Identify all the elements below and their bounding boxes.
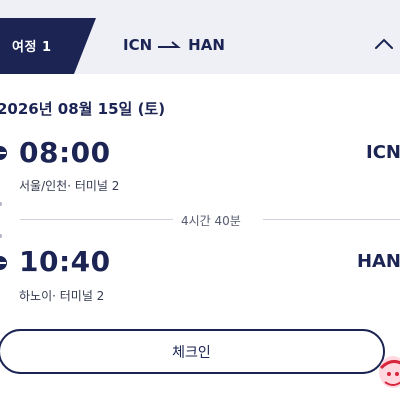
checkin-button[interactable]: 체크인: [0, 329, 385, 374]
route-destination: HAN: [188, 36, 225, 54]
plane-arrow-icon: [158, 41, 181, 48]
flight-date: 2026년 08월 15일 (토): [0, 100, 166, 118]
timeline-dot: [0, 234, 2, 238]
chevron-up-icon[interactable]: [374, 38, 394, 50]
arrival-time: 10:40: [19, 245, 111, 278]
duration-divider-right: [263, 219, 400, 220]
timeline-dot: [0, 202, 2, 206]
route-origin: ICN: [123, 36, 153, 54]
departure-terminal: 서울/인천· 터미널 2: [19, 179, 120, 193]
flight-duration: 4시간 40분: [181, 214, 241, 228]
route-summary: ICN HAN: [123, 36, 225, 54]
duration-divider-left: [20, 219, 173, 220]
journey-tab-label: 여정 1: [12, 40, 52, 55]
departure-airport-code: ICN: [366, 142, 400, 163]
arrival-airport-code: HAN: [356, 251, 400, 272]
arrival-dot-icon: [0, 256, 7, 270]
departure-dot-icon: [0, 146, 7, 160]
arrival-terminal: 하노이· 터미널 2: [19, 289, 105, 303]
floating-badge-icon[interactable]: [375, 352, 400, 392]
departure-time: 08:00: [19, 136, 111, 169]
